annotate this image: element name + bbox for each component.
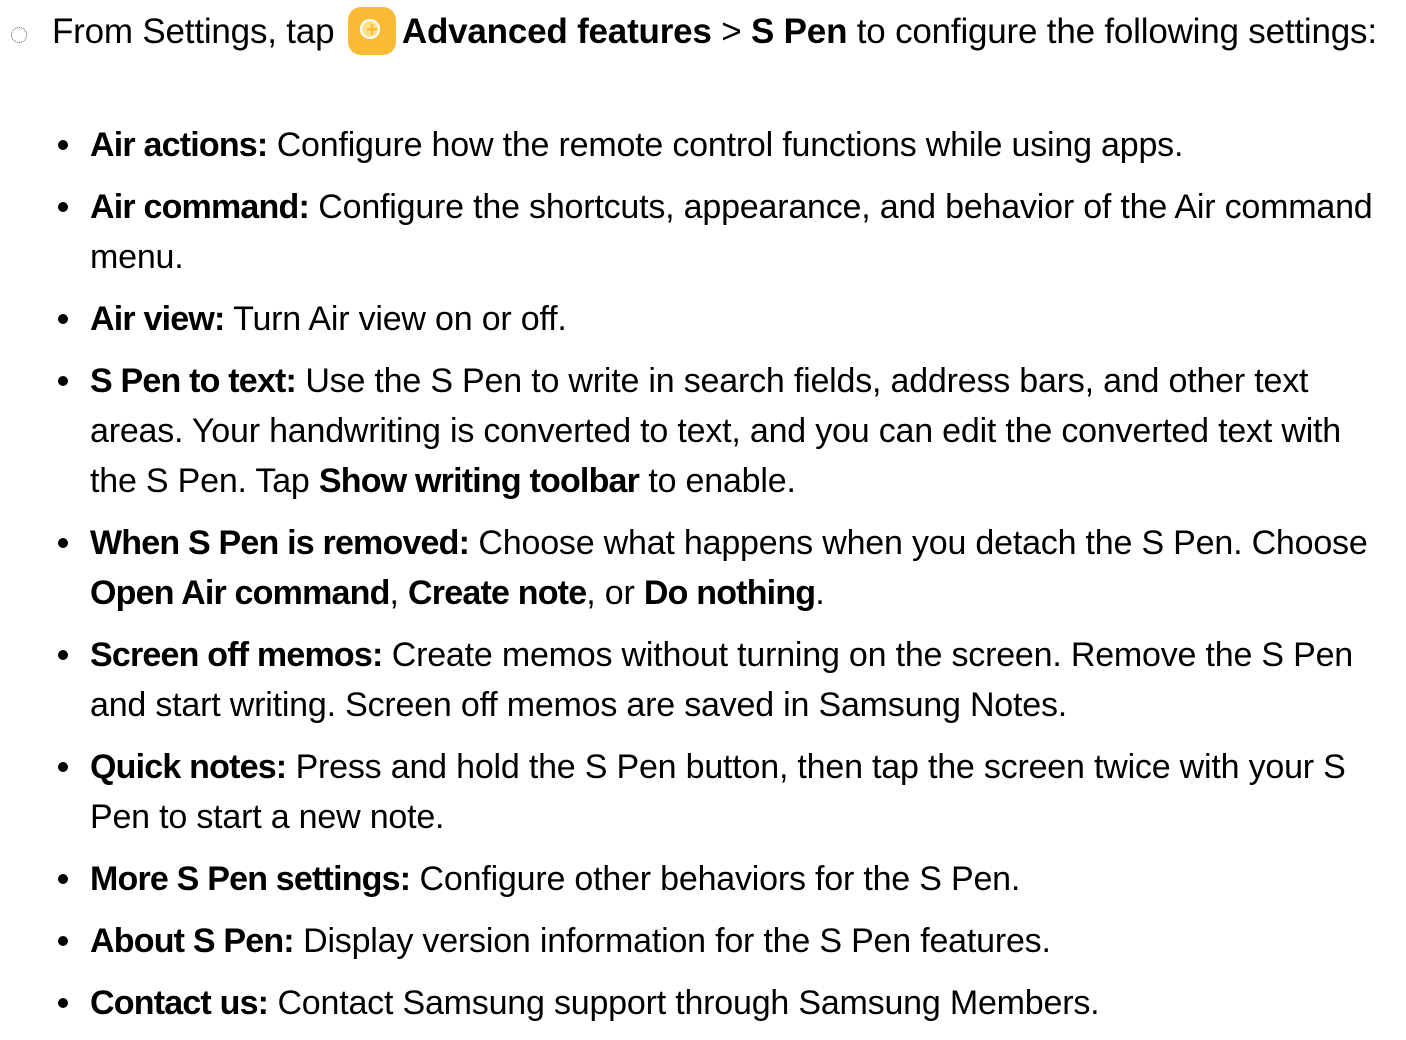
list-item-air-actions: Air actions: Configure how the remote co…: [0, 120, 1406, 170]
terminal-period: .: [815, 574, 825, 612]
setting-description: Choose what happens when you detach the …: [478, 524, 1368, 562]
separator-text: ,: [389, 574, 399, 612]
intro-text: From Settings, tap + Advanced features > …: [52, 6, 1382, 58]
bullet-icon: [58, 376, 68, 386]
bullet-icon: [58, 650, 68, 660]
list-item-more-s-pen-settings: More S Pen settings: Configure other beh…: [0, 854, 1406, 904]
setting-description: Configure other behaviors for the S Pen.: [419, 860, 1021, 898]
bullet-icon: [58, 314, 68, 324]
settings-gear-icon: +: [347, 7, 396, 55]
list-item-quick-notes: Quick notes: Press and hold the S Pen bu…: [0, 742, 1406, 842]
setting-term: Screen off memos:: [90, 636, 383, 674]
setting-term: About S Pen:: [90, 922, 295, 960]
setting-term: When S Pen is removed:: [90, 524, 470, 562]
setting-term: Air view:: [90, 300, 225, 338]
setting-description: Turn Air view on or off.: [233, 300, 567, 338]
path-s-pen: S Pen: [750, 12, 848, 51]
setting-term: Quick notes:: [90, 748, 287, 786]
bullet-icon: [58, 140, 68, 150]
list-item-when-s-pen-is-removed: When S Pen is removed: Choose what happe…: [0, 518, 1406, 618]
setting-description-tail: to enable.: [648, 462, 796, 500]
option-create-note: Create note: [408, 574, 587, 612]
path-advanced-features: Advanced features: [401, 12, 712, 51]
setting-term: More S Pen settings:: [90, 860, 411, 898]
bullet-icon: [58, 874, 68, 884]
bullet-icon: [58, 762, 68, 772]
setting-description: Configure how the remote control functio…: [276, 126, 1184, 164]
intro-prefix: From Settings, tap: [52, 12, 335, 51]
separator-text: , or: [586, 574, 635, 612]
list-item-screen-off-memos: Screen off memos: Create memos without t…: [0, 630, 1406, 730]
option-do-nothing: Do nothing: [643, 574, 816, 612]
option-show-writing-toolbar: Show writing toolbar: [318, 462, 640, 500]
setting-description: Contact Samsung support through Samsung …: [277, 984, 1100, 1022]
list-item-air-view: Air view: Turn Air view on or off.: [0, 294, 1406, 344]
bullet-icon: [58, 998, 68, 1008]
setting-term: Air command:: [90, 188, 310, 226]
path-separator: >: [721, 12, 742, 51]
bullet-icon: [58, 538, 68, 548]
list-item-about-s-pen: About S Pen: Display version information…: [0, 916, 1406, 966]
bullet-icon: [58, 936, 68, 946]
list-item-air-command: Air command: Configure the shortcuts, ap…: [0, 182, 1406, 282]
settings-list: Air actions: Configure how the remote co…: [0, 120, 1406, 1040]
step-marker-icon: [11, 27, 27, 43]
setting-term: Air actions:: [90, 126, 268, 164]
setting-description: Display version information for the S Pe…: [303, 922, 1051, 960]
option-open-air-command: Open Air command: [90, 574, 390, 612]
intro-suffix: to configure the following settings:: [856, 12, 1377, 51]
setting-term: S Pen to text:: [90, 362, 297, 400]
bullet-icon: [58, 202, 68, 212]
list-item-s-pen-to-text: S Pen to text: Use the S Pen to write in…: [0, 356, 1406, 506]
setting-term: Contact us:: [90, 984, 269, 1022]
